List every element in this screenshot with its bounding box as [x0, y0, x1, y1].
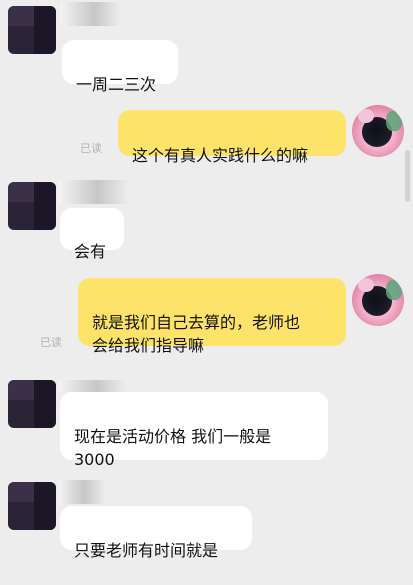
scrollbar-thumb[interactable]	[405, 150, 410, 202]
self-avatar[interactable]	[352, 105, 404, 157]
message-text: 只要老师有时间就是	[74, 541, 219, 560]
contact-avatar[interactable]	[8, 482, 56, 530]
read-receipt-label: 已读	[80, 142, 102, 155]
message-text: 这个有真人实践什么的嘛	[132, 146, 309, 165]
chat-scroll-area[interactable]: 一周二三次 已读 这个有真人实践什么的嘛 会有 已读 就是我们自己去算的，老师也…	[0, 0, 413, 563]
message-bubble-incoming[interactable]: 现在是活动价格 我们一般是 3000	[60, 392, 328, 469]
self-avatar[interactable]	[352, 274, 404, 326]
message-bubble-outgoing[interactable]: 这个有真人实践什么的嘛	[118, 110, 346, 165]
message-bubble-incoming[interactable]: 会有	[60, 208, 124, 261]
contact-name-blurred	[58, 180, 130, 204]
message-text: 会有	[74, 242, 107, 261]
contact-name-blurred	[58, 480, 106, 504]
contact-avatar[interactable]	[8, 182, 56, 230]
read-receipt-label: 已读	[40, 336, 62, 349]
contact-avatar[interactable]	[8, 380, 56, 428]
contact-name-blurred	[60, 2, 122, 26]
message-bubble-incoming[interactable]: 只要老师有时间就是	[60, 506, 252, 560]
message-bubble-incoming[interactable]: 一周二三次	[62, 40, 178, 94]
contact-name-blurred	[58, 380, 128, 392]
message-text: 一周二三次	[76, 75, 157, 94]
contact-avatar[interactable]	[8, 6, 56, 54]
message-text: 现在是活动价格 我们一般是 3000	[74, 427, 272, 469]
message-text: 就是我们自己去算的，老师也 会给我们指导嘛	[92, 313, 301, 355]
message-bubble-outgoing[interactable]: 就是我们自己去算的，老师也 会给我们指导嘛	[78, 278, 346, 355]
